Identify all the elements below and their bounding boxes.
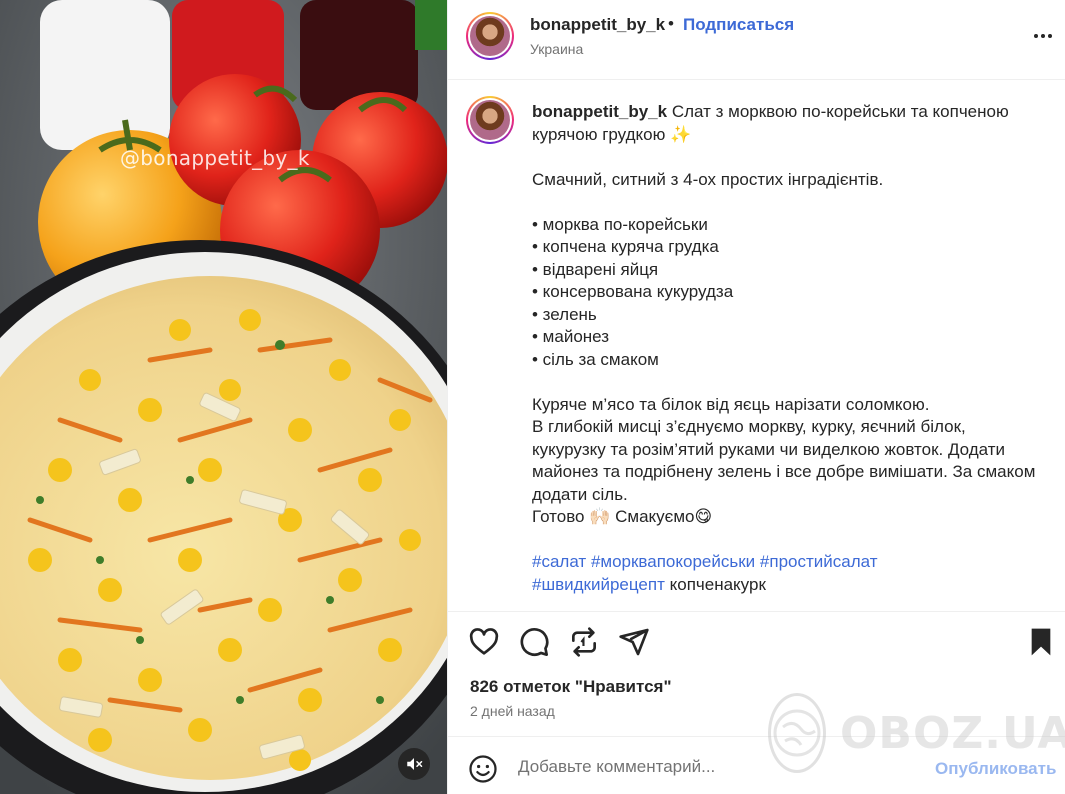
caption-text: bonappetit_by_k Слат з морквою по-корейс…: [532, 101, 1042, 596]
ingredient-item: • майонез: [532, 327, 610, 346]
ingredient-item: • морква по-корейськи: [532, 214, 708, 234]
send-icon[interactable]: [618, 626, 650, 658]
hashtag-link[interactable]: #салат: [532, 552, 586, 571]
ingredient-item: • відварені яйця: [532, 259, 659, 279]
caption-trailing-text: копченакурк: [669, 574, 766, 594]
mute-button[interactable]: [398, 748, 430, 780]
recipe-step: В глибокій мисці з’єднуємо моркву, курку…: [532, 417, 1036, 504]
hashtag-link[interactable]: #швидкийрецепт: [532, 575, 665, 594]
brand-text: OBOZ.UA: [840, 707, 1065, 759]
ingredient-item: • копчена куряча грудка: [532, 237, 719, 256]
post-time[interactable]: 2 дней назад: [470, 703, 555, 719]
salad-photo: [0, 0, 447, 794]
bookmark-icon[interactable]: [1025, 626, 1057, 658]
ingredient-item: • зелень: [532, 304, 597, 324]
smiley-icon[interactable]: [468, 754, 498, 784]
photo-watermark: @bonappetit_by_k: [120, 146, 310, 170]
caption-area: bonappetit_by_k Слат з морквою по-корейс…: [448, 81, 1065, 611]
brand-watermark: OBOZ.UA: [768, 688, 1065, 778]
comment-icon[interactable]: [518, 626, 550, 658]
recipe-step: Готово 🙌🏻 Смакуємо😋: [532, 507, 713, 526]
speaker-muted-icon: [407, 758, 423, 770]
avatar[interactable]: [466, 12, 514, 60]
caption-username[interactable]: bonappetit_by_k: [532, 102, 667, 121]
ingredient-item: • консервована кукурудза: [532, 282, 734, 301]
likes-count[interactable]: 826 отметок "Нравится": [470, 677, 672, 697]
post-header: bonappetit_by_k • Подписаться Украина: [448, 0, 1065, 80]
globe-icon: [768, 693, 826, 773]
caption-intro: Смачний, ситний з 4-ох простих інградієн…: [532, 169, 884, 189]
location-link[interactable]: Украина: [530, 41, 583, 57]
post-media[interactable]: @bonappetit_by_k: [0, 0, 447, 794]
ingredient-item: • сіль за смаком: [532, 349, 659, 369]
follow-button[interactable]: Подписаться: [683, 15, 794, 35]
heart-icon[interactable]: [468, 626, 500, 658]
recipe-step: Куряче м’ясо та білок від яєць нарізати …: [532, 394, 930, 414]
more-horizontal-icon[interactable]: [1034, 34, 1052, 38]
post-panel: bonappetit_by_k • Подписаться Украина bo…: [447, 0, 1065, 794]
header-separator: •: [668, 14, 674, 33]
repost-icon[interactable]: [568, 626, 600, 658]
header-username[interactable]: bonappetit_by_k: [530, 15, 665, 35]
hashtag-link[interactable]: #морквапокорейськи: [591, 552, 755, 571]
caption-avatar[interactable]: [466, 96, 514, 144]
hashtag-link[interactable]: #простийсалат: [760, 552, 878, 571]
